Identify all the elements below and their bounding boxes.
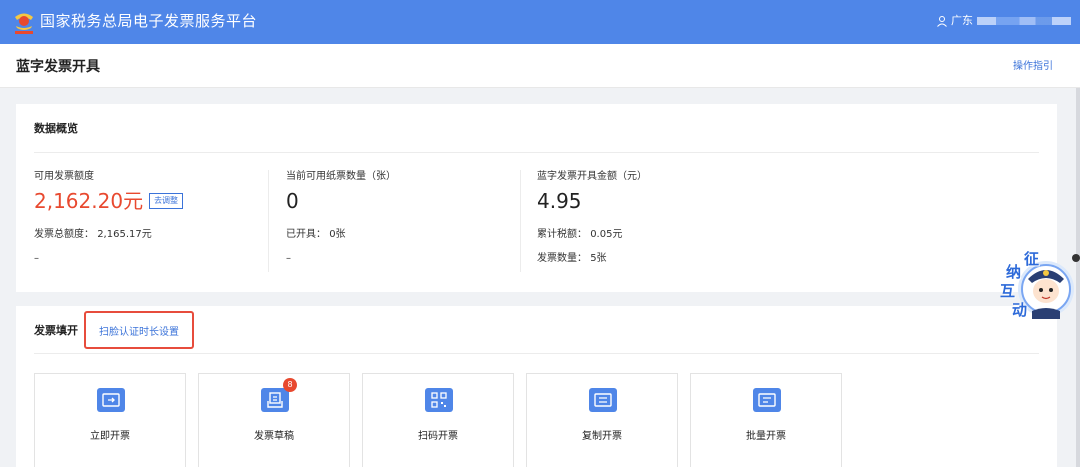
invoice-count-label: 发票数量：	[537, 253, 587, 264]
invoice-count-row: 发票数量： 5张	[537, 252, 647, 266]
top-navigation-bar: 国家税务总局电子发票服务平台 广东	[0, 0, 1080, 44]
tile-label: 立即开票	[90, 431, 130, 442]
page-header: 蓝字发票开具 操作指引	[0, 44, 1080, 88]
total-quota-value: 2,165.17元	[97, 229, 152, 240]
app-title: 国家税务总局电子发票服务平台	[40, 12, 258, 30]
paper-count-value: 0	[286, 189, 299, 213]
page-title: 蓝字发票开具	[16, 59, 100, 75]
available-quota-stat: 可用发票额度 2,162.20元 去调整 发票总额度： 2,165.17元 –	[34, 170, 184, 266]
draft-count-badge: 8	[283, 378, 297, 392]
stat-divider	[520, 170, 521, 272]
user-name-redacted	[977, 17, 1071, 25]
total-quota-row: 发票总额度： 2,165.17元	[34, 228, 183, 242]
tile-label: 复制开票	[582, 431, 622, 442]
tile-batch[interactable]: 批量开票	[690, 373, 842, 467]
mascot-char: 征	[1024, 250, 1040, 268]
copy-invoice-icon	[589, 388, 617, 412]
paper-count-stat: 当前可用纸票数量（张） 0 已开具： 0张 –	[286, 170, 396, 266]
tile-draft[interactable]: 8 发票草稿	[198, 373, 350, 467]
available-quota-value-row: 2,162.20元 去调整	[34, 188, 184, 214]
available-quota-label: 可用发票额度	[34, 171, 94, 182]
interaction-mascot-widget[interactable]: 征 纳 互 动	[996, 247, 1080, 325]
draft-icon	[261, 388, 289, 412]
tile-label: 批量开票	[746, 431, 786, 442]
tile-label: 发票草稿	[254, 431, 294, 442]
paper-count-label: 当前可用纸票数量（张）	[286, 171, 396, 182]
divider	[34, 152, 1039, 153]
divider	[34, 353, 1039, 354]
user-icon	[937, 16, 947, 27]
issued-row: 已开具： 0张	[286, 228, 396, 242]
invoice-fill-card: 发票填开 扫脸认证时长设置 立即开票 8 发票草稿 扫码开票 复制开票 批量开票	[16, 306, 1057, 467]
mascot-char: 纳	[1006, 263, 1022, 281]
tax-value: 0.05元	[590, 229, 623, 240]
quota-extra: –	[34, 253, 39, 264]
invoice-fill-title: 发票填开	[34, 324, 78, 337]
operation-guide-link[interactable]: 操作指引	[1013, 60, 1053, 74]
mascot-char: 互	[1000, 282, 1016, 300]
paper-extra: –	[286, 253, 291, 264]
total-quota-label: 发票总额度：	[34, 229, 94, 240]
tile-copy[interactable]: 复制开票	[526, 373, 678, 467]
tax-label: 累计税额：	[537, 229, 587, 240]
invoice-count-value: 5张	[590, 253, 607, 264]
issued-label: 已开具：	[286, 229, 326, 240]
tax-emblem-logo-icon	[15, 13, 33, 34]
blue-amount-stat: 蓝字发票开具金额（元） 4.95 累计税额： 0.05元 发票数量： 5张	[537, 170, 647, 266]
blue-amount-value: 4.95	[537, 189, 582, 213]
available-quota-value: 2,162.20元	[34, 189, 144, 213]
mascot-char: 动	[1012, 301, 1028, 319]
user-name: 广东	[951, 14, 973, 27]
tile-qrcode[interactable]: 扫码开票	[362, 373, 514, 467]
issued-value: 0张	[329, 229, 346, 240]
data-overview-card: 数据概览 可用发票额度 2,162.20元 去调整 发票总额度： 2,165.1…	[16, 104, 1057, 292]
tile-label: 扫码开票	[418, 431, 458, 442]
tax-row: 累计税额： 0.05元	[537, 228, 647, 242]
adjust-quota-button[interactable]: 去调整	[149, 193, 184, 209]
data-overview-title: 数据概览	[34, 122, 78, 135]
qrcode-icon	[425, 388, 453, 412]
face-auth-duration-link[interactable]: 扫脸认证时长设置	[84, 311, 194, 349]
user-menu[interactable]: 广东	[936, 14, 1071, 28]
blue-amount-label: 蓝字发票开具金额（元）	[537, 171, 647, 182]
invoice-issue-icon	[97, 388, 125, 412]
stat-divider	[268, 170, 269, 272]
tile-issue-now[interactable]: 立即开票	[34, 373, 186, 467]
batch-invoice-icon	[753, 388, 781, 412]
